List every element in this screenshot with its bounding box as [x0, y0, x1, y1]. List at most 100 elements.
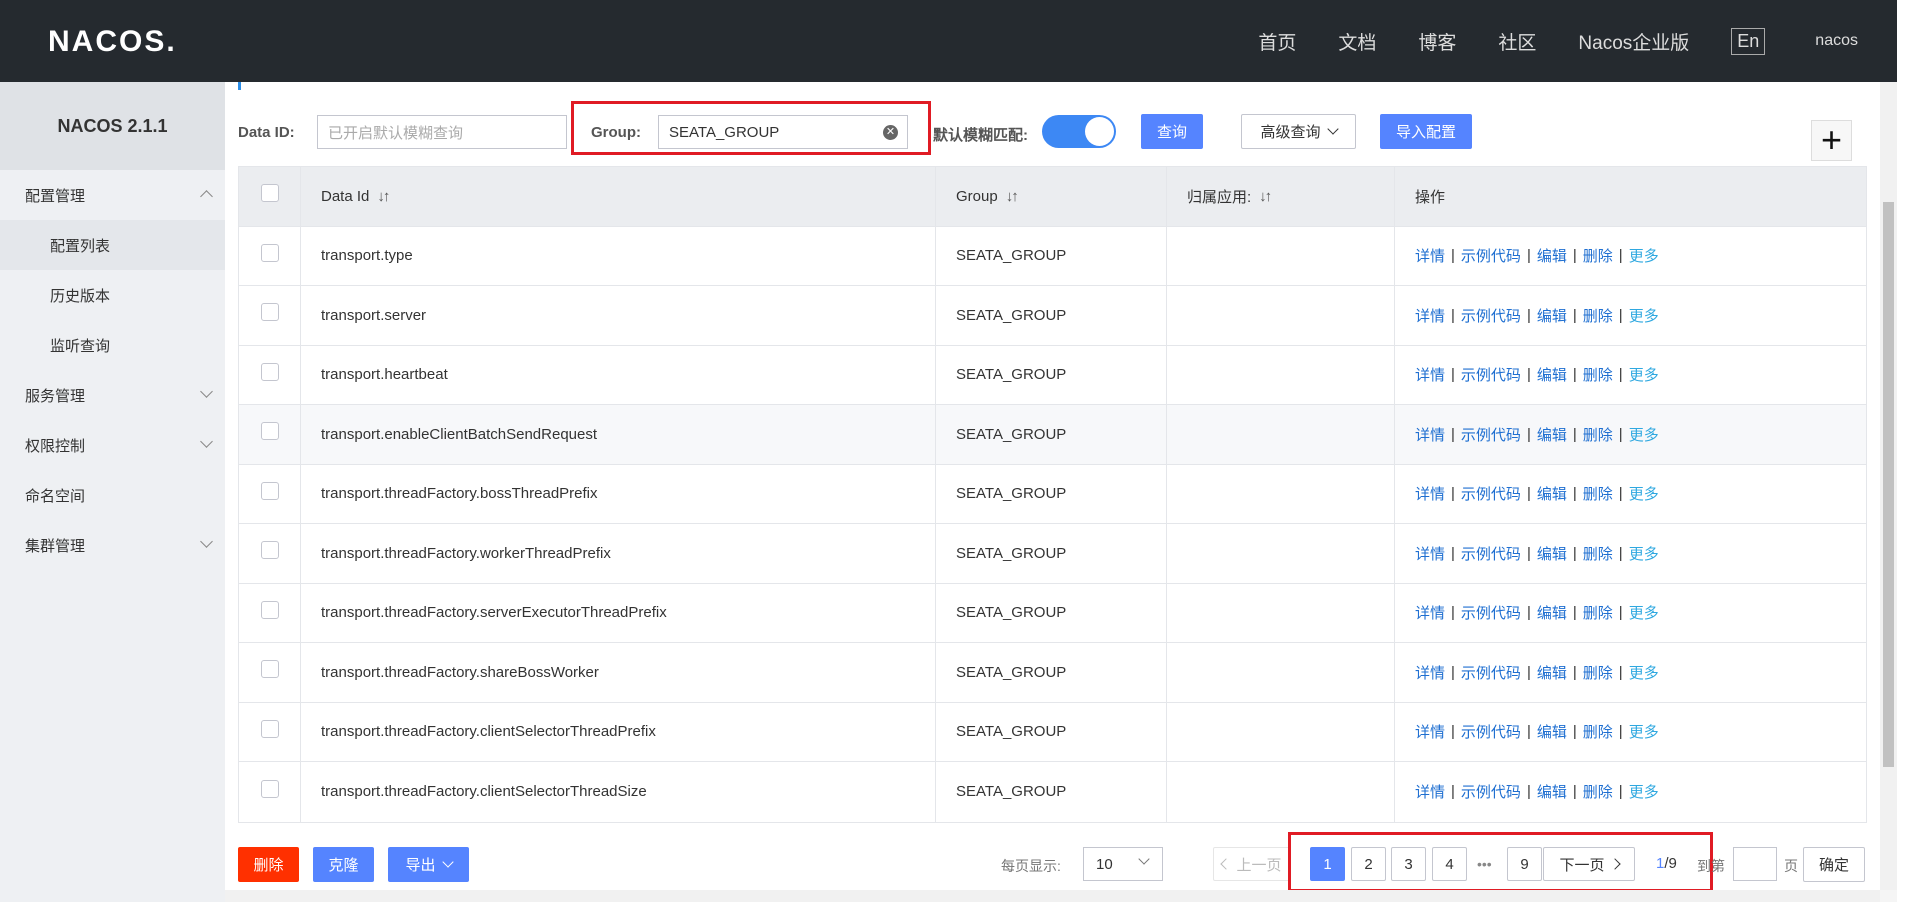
horizontal-scrollbar[interactable] — [225, 890, 1880, 902]
page-button-2[interactable]: 2 — [1351, 847, 1386, 881]
prev-page-button[interactable]: 上一页 — [1213, 847, 1291, 881]
edit-link[interactable]: 编辑 — [1537, 483, 1567, 504]
sample-code-link[interactable]: 示例代码 — [1461, 305, 1521, 326]
page-size-select[interactable]: 10 — [1083, 847, 1163, 881]
group-input[interactable]: SEATA_GROUP ✕ — [658, 115, 908, 149]
page-button-3[interactable]: 3 — [1391, 847, 1426, 881]
edit-link[interactable]: 编辑 — [1537, 602, 1567, 623]
sample-code-link[interactable]: 示例代码 — [1461, 424, 1521, 445]
edit-link[interactable]: 编辑 — [1537, 781, 1567, 802]
dataid-input[interactable]: 已开启默认模糊查询 — [317, 115, 567, 149]
row-checkbox[interactable] — [260, 541, 279, 560]
nav-blog[interactable]: 博客 — [1418, 28, 1456, 55]
sidebar-item-config-list[interactable]: 配置列表 — [0, 220, 225, 270]
edit-link[interactable]: 编辑 — [1537, 662, 1567, 683]
sample-code-link[interactable]: 示例代码 — [1461, 602, 1521, 623]
row-checkbox[interactable] — [260, 243, 279, 262]
more-link[interactable]: 更多 — [1629, 364, 1659, 385]
select-all-checkbox[interactable] — [260, 184, 279, 203]
query-button[interactable]: 查询 — [1141, 114, 1203, 149]
sidebar-item-service-management[interactable]: 服务管理 — [0, 370, 225, 420]
sort-icon[interactable]: ↓↑ — [1006, 188, 1019, 205]
details-link[interactable]: 详情 — [1415, 424, 1445, 445]
scrollbar-thumb[interactable] — [1883, 202, 1894, 767]
details-link[interactable]: 详情 — [1415, 245, 1445, 266]
details-link[interactable]: 详情 — [1415, 364, 1445, 385]
clone-button[interactable]: 克隆 — [313, 847, 374, 882]
more-link[interactable]: 更多 — [1629, 245, 1659, 266]
sample-code-link[interactable]: 示例代码 — [1461, 245, 1521, 266]
nav-community[interactable]: 社区 — [1498, 28, 1536, 55]
delete-link[interactable]: 删除 — [1583, 781, 1613, 802]
nav-enterprise[interactable]: Nacos企业版 — [1578, 28, 1689, 55]
delete-link[interactable]: 删除 — [1583, 662, 1613, 683]
more-link[interactable]: 更多 — [1629, 543, 1659, 564]
header-group[interactable]: Group ↓↑ — [936, 167, 1167, 226]
delete-link[interactable]: 删除 — [1583, 305, 1613, 326]
edit-link[interactable]: 编辑 — [1537, 245, 1567, 266]
sample-code-link[interactable]: 示例代码 — [1461, 543, 1521, 564]
import-config-button[interactable]: 导入配置 — [1380, 114, 1472, 149]
user-menu[interactable]: nacos — [1815, 32, 1858, 50]
nav-home[interactable]: 首页 — [1258, 28, 1296, 55]
add-config-button[interactable]: + — [1811, 120, 1852, 161]
details-link[interactable]: 详情 — [1415, 602, 1445, 623]
more-link[interactable]: 更多 — [1629, 662, 1659, 683]
more-link[interactable]: 更多 — [1629, 483, 1659, 504]
details-link[interactable]: 详情 — [1415, 721, 1445, 742]
language-switch[interactable]: En — [1731, 27, 1766, 55]
row-checkbox[interactable] — [260, 303, 279, 322]
row-checkbox[interactable] — [260, 719, 279, 738]
row-checkbox[interactable] — [260, 422, 279, 441]
confirm-goto-button[interactable]: 确定 — [1803, 847, 1865, 882]
more-link[interactable]: 更多 — [1629, 305, 1659, 326]
page-button-9[interactable]: 9 — [1507, 847, 1542, 881]
sample-code-link[interactable]: 示例代码 — [1461, 364, 1521, 385]
details-link[interactable]: 详情 — [1415, 305, 1445, 326]
more-link[interactable]: 更多 — [1629, 781, 1659, 802]
sidebar-item-history[interactable]: 历史版本 — [0, 270, 225, 320]
row-checkbox[interactable] — [260, 660, 279, 679]
delete-link[interactable]: 删除 — [1583, 543, 1613, 564]
goto-page-input[interactable] — [1733, 847, 1777, 881]
details-link[interactable]: 详情 — [1415, 662, 1445, 683]
page-button-1[interactable]: 1 — [1310, 847, 1345, 881]
row-checkbox[interactable] — [260, 362, 279, 381]
sidebar-item-listener-query[interactable]: 监听查询 — [0, 320, 225, 370]
details-link[interactable]: 详情 — [1415, 483, 1445, 504]
sidebar-item-config-management[interactable]: 配置管理 — [0, 170, 225, 220]
vertical-scrollbar[interactable] — [1880, 82, 1897, 890]
edit-link[interactable]: 编辑 — [1537, 543, 1567, 564]
sort-icon[interactable]: ↓↑ — [377, 188, 390, 205]
delete-link[interactable]: 删除 — [1583, 245, 1613, 266]
details-link[interactable]: 详情 — [1415, 543, 1445, 564]
nav-docs[interactable]: 文档 — [1338, 28, 1376, 55]
edit-link[interactable]: 编辑 — [1537, 424, 1567, 445]
edit-link[interactable]: 编辑 — [1537, 721, 1567, 742]
delete-link[interactable]: 删除 — [1583, 721, 1613, 742]
delete-button[interactable]: 删除 — [238, 847, 299, 882]
sample-code-link[interactable]: 示例代码 — [1461, 781, 1521, 802]
sidebar-item-cluster-management[interactable]: 集群管理 — [0, 520, 225, 570]
sidebar-item-permission-control[interactable]: 权限控制 — [0, 420, 225, 470]
row-checkbox[interactable] — [260, 481, 279, 500]
more-link[interactable]: 更多 — [1629, 602, 1659, 623]
sample-code-link[interactable]: 示例代码 — [1461, 483, 1521, 504]
page-button-4[interactable]: 4 — [1432, 847, 1467, 881]
header-app[interactable]: 归属应用: ↓↑ — [1167, 167, 1395, 226]
delete-link[interactable]: 删除 — [1583, 424, 1613, 445]
advanced-query-button[interactable]: 高级查询 — [1241, 114, 1356, 149]
next-page-button[interactable]: 下一页 — [1543, 847, 1635, 881]
more-link[interactable]: 更多 — [1629, 424, 1659, 445]
sample-code-link[interactable]: 示例代码 — [1461, 721, 1521, 742]
delete-link[interactable]: 删除 — [1583, 483, 1613, 504]
delete-link[interactable]: 删除 — [1583, 364, 1613, 385]
edit-link[interactable]: 编辑 — [1537, 364, 1567, 385]
fuzzy-match-toggle[interactable] — [1042, 115, 1116, 148]
row-checkbox[interactable] — [260, 779, 279, 798]
export-button[interactable]: 导出 — [388, 847, 469, 882]
clear-icon[interactable]: ✕ — [883, 125, 898, 140]
row-checkbox[interactable] — [260, 600, 279, 619]
sort-icon[interactable]: ↓↑ — [1259, 188, 1272, 205]
sample-code-link[interactable]: 示例代码 — [1461, 662, 1521, 683]
